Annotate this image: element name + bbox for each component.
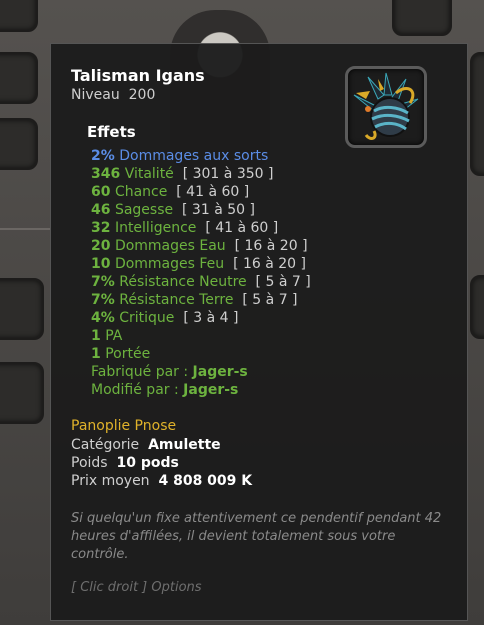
effect-line: 10 Dommages Feu [ 16 à 20 ] [91, 256, 306, 272]
right-click-hint: [ Clic droit ] Options [71, 580, 202, 595]
weight-line: Poids 10 pods [71, 455, 179, 471]
effect-line: 2% Dommages aux sorts [91, 148, 269, 164]
inventory-slot[interactable] [0, 52, 38, 104]
item-info: Catégorie Amulette Poids 10 pods Prix mo… [71, 436, 252, 490]
amulet-icon [353, 72, 419, 140]
effect-line: 1 PA [91, 328, 123, 344]
item-level: Niveau 200 [71, 87, 155, 103]
inventory-slot[interactable] [0, 278, 44, 340]
inventory-slot[interactable] [470, 275, 484, 339]
effect-line: 7% Résistance Terre [ 5 à 7 ] [91, 292, 298, 308]
item-tooltip: Talisman Igans Niveau 200 Effets 2% Domm… [50, 43, 468, 621]
price-line: Prix moyen 4 808 009 K [71, 473, 253, 489]
inventory-slot[interactable] [470, 52, 484, 176]
item-description: Si quelqu'un fixe attentivement ce pende… [71, 511, 442, 562]
effect-line: 346 Vitalité [ 301 à 350 ] [91, 166, 274, 182]
crafted-by-line: Fabriqué par : Jager-s [91, 364, 248, 380]
category-line: Catégorie Amulette [71, 437, 221, 453]
effect-line: 60 Chance [ 41 à 60 ] [91, 184, 250, 200]
effect-line: 20 Dommages Eau [ 16 à 20 ] [91, 238, 308, 254]
effect-line: 46 Sagesse [ 31 à 50 ] [91, 202, 255, 218]
effect-line: 1 Portée [91, 346, 151, 362]
level-value: 200 [128, 87, 156, 103]
inventory-slot[interactable] [0, 0, 38, 32]
inventory-slot[interactable] [392, 0, 452, 36]
panel-divider [0, 228, 50, 230]
set-name[interactable]: Panoplie Pnose [71, 418, 176, 434]
level-label: Niveau [71, 87, 120, 103]
item-name: Talisman Igans [71, 66, 205, 85]
effect-line: 4% Critique [ 3 à 4 ] [91, 310, 239, 326]
effect-line: 32 Intelligence [ 41 à 60 ] [91, 220, 279, 236]
effects-heading: Effets [87, 123, 136, 141]
inventory-slot[interactable] [0, 118, 38, 170]
inventory-slot[interactable] [0, 362, 44, 424]
item-icon-frame [345, 66, 427, 148]
effect-line: 7% Résistance Neutre [ 5 à 7 ] [91, 274, 311, 290]
modified-by-line: Modifié par : Jager-s [91, 382, 239, 398]
effects-list: 2% Dommages aux sorts 346 Vitalité [ 301… [91, 147, 311, 399]
